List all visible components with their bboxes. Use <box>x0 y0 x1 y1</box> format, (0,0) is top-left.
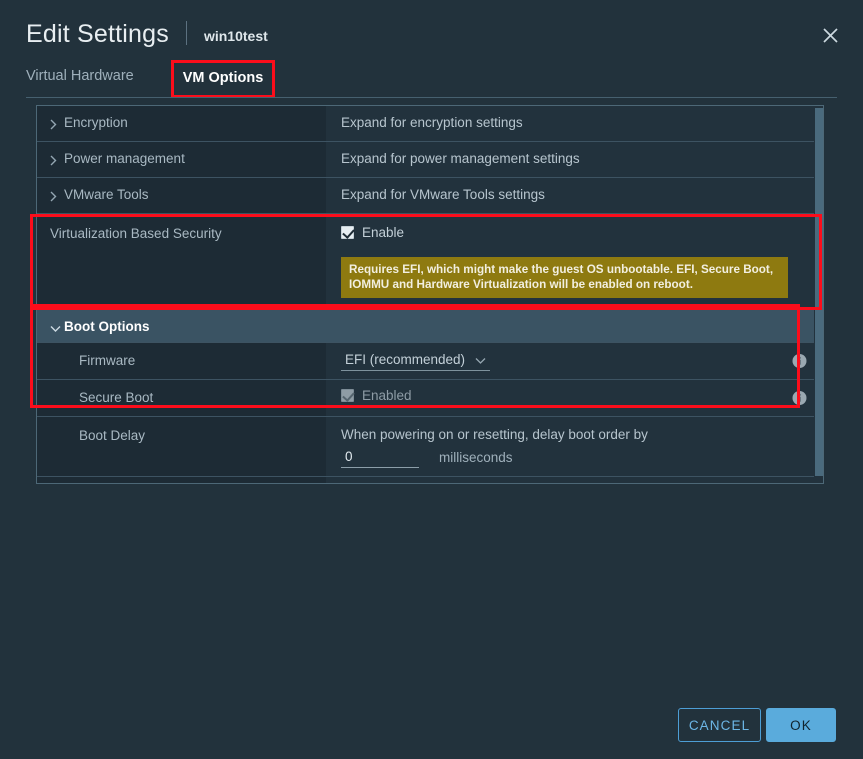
boot-delay-description: When powering on or resetting, delay boo… <box>341 427 824 442</box>
info-icon[interactable] <box>792 354 807 369</box>
row-secure-boot-label-cell: Secure Boot <box>37 380 326 416</box>
chevron-down-icon[interactable] <box>50 321 64 332</box>
vbs-enable-checkbox[interactable] <box>341 226 354 239</box>
row-boot-delay-value-cell: When powering on or resetting, delay boo… <box>326 417 824 476</box>
row-vbs-label-cell: Virtualization Based Security <box>37 214 326 309</box>
row-boot-delay-label: Boot Delay <box>79 428 145 443</box>
settings-panel: Encryption Expand for encryption setting… <box>36 105 824 484</box>
settings-rows: Encryption Expand for encryption setting… <box>37 106 824 484</box>
vbs-warning-message: Requires EFI, which might make the guest… <box>341 257 788 298</box>
cancel-button[interactable]: CANCEL <box>678 708 761 742</box>
row-firmware-label: Firmware <box>79 353 135 368</box>
row-power-management-value: Expand for power management settings <box>326 142 824 177</box>
chevron-down-icon <box>475 352 486 367</box>
row-power-management-label: Power management <box>64 151 185 166</box>
row-boot-delay-label-cell: Boot Delay <box>37 417 326 476</box>
section-boot-options-label-cell: Boot Options <box>37 310 326 342</box>
boot-delay-unit: milliseconds <box>439 450 513 468</box>
page-title: Edit Settings <box>26 22 169 47</box>
row-power-management-label-cell: Power management <box>37 142 326 177</box>
row-encryption[interactable]: Encryption Expand for encryption setting… <box>37 106 824 142</box>
dialog-footer: CANCEL OK <box>0 691 863 759</box>
row-power-management[interactable]: Power management Expand for power manage… <box>37 142 824 178</box>
boot-delay-input-row: milliseconds <box>341 449 824 468</box>
row-firmware-label-cell: Firmware <box>37 343 326 379</box>
section-boot-options[interactable]: Boot Options <box>37 310 824 343</box>
row-secure-boot: Secure Boot Enabled <box>37 380 824 417</box>
panel-scrollbar[interactable] <box>814 106 823 484</box>
section-boot-options-label: Boot Options <box>64 319 149 334</box>
row-encryption-label: Encryption <box>64 115 128 130</box>
close-icon[interactable] <box>817 22 843 48</box>
row-firmware-value-cell: EFI (recommended) <box>326 343 824 379</box>
secure-boot-label: Enabled <box>362 388 412 403</box>
boot-delay-input[interactable] <box>341 449 419 468</box>
vm-name-label: win10test <box>204 28 268 44</box>
panel-scrollbar-thumb[interactable] <box>815 108 823 476</box>
dialog-title-row: Edit Settings win10test <box>26 18 268 47</box>
firmware-select[interactable]: EFI (recommended) <box>341 351 490 371</box>
row-boot-delay: Boot Delay When powering on or resetting… <box>37 417 824 477</box>
row-vmware-tools-value: Expand for VMware Tools settings <box>326 178 824 213</box>
row-firmware: Firmware EFI (recommended) <box>37 343 824 380</box>
chevron-right-icon[interactable] <box>50 151 64 166</box>
chevron-right-icon[interactable] <box>50 115 64 130</box>
secure-boot-checkbox-row: Enabled <box>341 388 824 403</box>
tab-separator <box>26 97 837 98</box>
row-secure-boot-value-cell: Enabled <box>326 380 824 416</box>
row-vbs-value-cell: Enable Requires EFI, which might make th… <box>326 214 824 309</box>
row-vbs-label: Virtualization Based Security <box>50 226 222 241</box>
vbs-enable-checkbox-row[interactable]: Enable <box>341 225 824 240</box>
panel-filler-left <box>37 477 326 484</box>
vbs-enable-label: Enable <box>362 225 404 240</box>
row-virtualization-based-security: Virtualization Based Security Enable Req… <box>37 214 824 310</box>
row-encryption-label-cell: Encryption <box>37 106 326 141</box>
row-vmware-tools-label: VMware Tools <box>64 187 149 202</box>
section-boot-options-spacer <box>326 310 824 342</box>
tab-bar: Virtual Hardware VM Options <box>26 66 275 96</box>
firmware-selected-value: EFI (recommended) <box>345 352 465 367</box>
tab-vm-options[interactable]: VM Options <box>171 66 276 92</box>
panel-filler <box>37 477 824 484</box>
tab-vm-options-wrap: VM Options <box>171 66 276 92</box>
title-divider <box>186 21 187 45</box>
row-encryption-value: Expand for encryption settings <box>326 106 824 141</box>
secure-boot-checkbox <box>341 389 354 402</box>
ok-button[interactable]: OK <box>766 708 836 742</box>
panel-filler-right <box>326 477 824 484</box>
tab-virtual-hardware-wrap: Virtual Hardware <box>26 66 144 90</box>
chevron-right-icon[interactable] <box>50 187 64 202</box>
row-vmware-tools-label-cell: VMware Tools <box>37 178 326 213</box>
tab-virtual-hardware[interactable]: Virtual Hardware <box>26 66 144 90</box>
dialog-header: Edit Settings win10test <box>0 0 863 66</box>
row-vmware-tools[interactable]: VMware Tools Expand for VMware Tools set… <box>37 178 824 214</box>
info-icon[interactable] <box>792 391 807 406</box>
row-secure-boot-label: Secure Boot <box>79 390 153 405</box>
